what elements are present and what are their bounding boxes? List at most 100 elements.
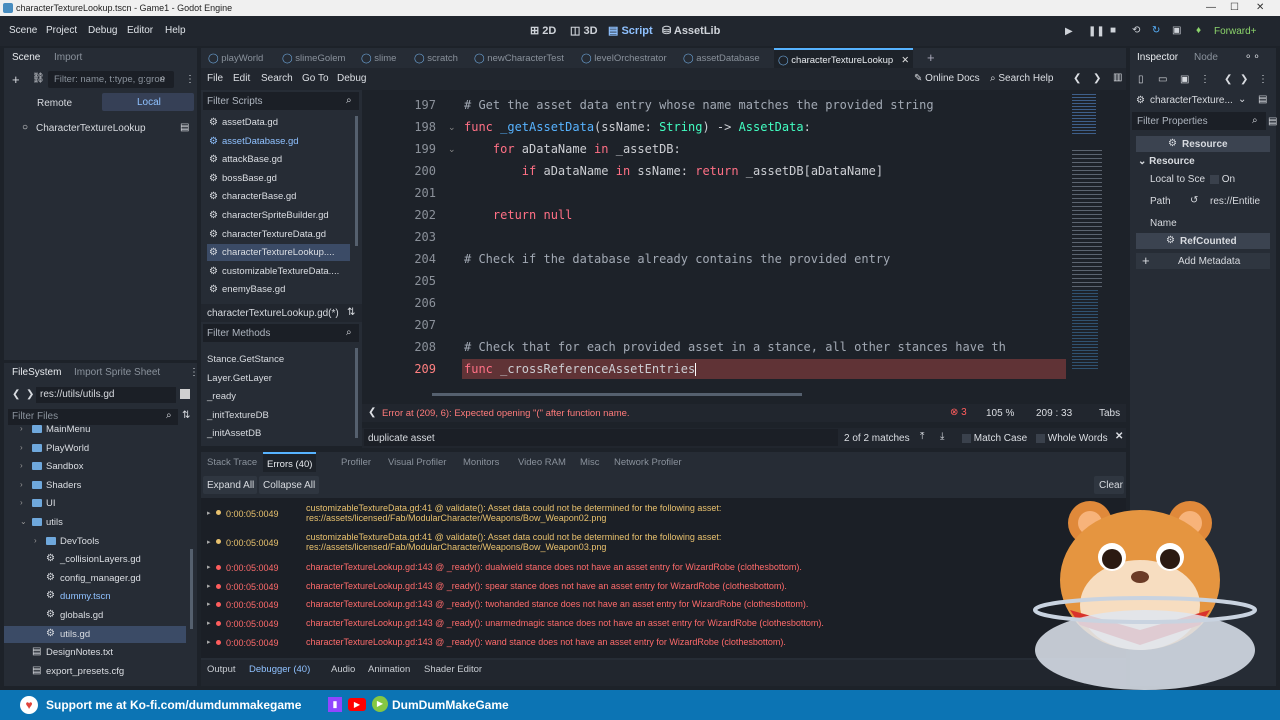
split-view-icon[interactable] xyxy=(180,389,190,399)
play-icon[interactable]: ▶ xyxy=(1065,26,1073,37)
mode-script[interactable]: ▤ Script xyxy=(608,24,653,37)
local-tab[interactable]: Local xyxy=(102,93,194,111)
expand-arrow-icon[interactable]: ▸ xyxy=(207,600,211,608)
forward-icon[interactable]: ❯ xyxy=(26,389,34,400)
inspector-settings-icon[interactable]: ▤ xyxy=(1268,116,1277,127)
file-tree-item[interactable]: ▤ export_presets.cfg xyxy=(4,663,186,680)
script-list-item[interactable]: ⚙ characterBase.gd xyxy=(207,188,350,205)
chevron-right-icon[interactable]: › xyxy=(20,498,23,507)
error-entry[interactable]: ▸ 0:00:05:0049 characterTextureLookup.gd:1… xyxy=(207,581,1122,597)
indent-mode[interactable]: Tabs xyxy=(1099,408,1120,419)
remote-tab[interactable]: Remote xyxy=(37,98,72,109)
filesystem-scrollbar[interactable] xyxy=(190,549,193,629)
resource-menu-icon[interactable]: ⋮ xyxy=(1200,74,1210,85)
expand-arrow-icon[interactable]: ▸ xyxy=(207,638,211,646)
file-tree-item[interactable]: › Shaders xyxy=(4,477,186,494)
next-match-icon[interactable]: ⤓ xyxy=(940,431,944,442)
file-tree-item[interactable]: › Sandbox xyxy=(4,458,186,475)
file-tree-item[interactable]: › DevTools xyxy=(4,533,186,550)
tab-inspector[interactable]: Inspector xyxy=(1137,52,1178,63)
debugger-tab[interactable]: Profiler xyxy=(337,452,375,472)
tab-import[interactable]: Import xyxy=(54,52,82,63)
sort-icon[interactable]: ⇅ xyxy=(182,410,190,421)
chevron-right-icon[interactable]: › xyxy=(34,536,37,545)
file-tree-item[interactable]: ⚙ globals.gd xyxy=(4,607,186,624)
close-find-icon[interactable]: ✕ xyxy=(1115,431,1123,442)
file-tree-item[interactable]: ▤ DesignNotes.txt xyxy=(4,644,186,661)
error-entry[interactable]: ▸ 0:00:05:0049 characterTextureLookup.gd:1… xyxy=(207,637,1122,653)
filter-files-input[interactable]: Filter Files ⌕ xyxy=(8,409,178,425)
chevron-right-icon[interactable]: ⌄ xyxy=(20,517,27,526)
link-icon[interactable]: ⛓ xyxy=(32,73,45,84)
close-window-button[interactable]: ✕ xyxy=(1256,2,1264,13)
whole-words-checkbox[interactable]: Whole Words xyxy=(1036,433,1108,444)
method-item[interactable]: Layer.GetLayer xyxy=(207,373,272,384)
script-menu-debug[interactable]: Debug xyxy=(337,73,366,84)
history-back-icon[interactable]: ❮ xyxy=(1224,74,1232,85)
script-list-scrollbar[interactable] xyxy=(355,116,358,246)
minimize-button[interactable]: — xyxy=(1206,2,1216,13)
save-resource-icon[interactable]: ▣ xyxy=(1180,74,1189,85)
chevron-right-icon[interactable]: › xyxy=(20,443,23,452)
menu-scene[interactable]: Scene xyxy=(9,25,37,36)
script-menu-goto[interactable]: Go To xyxy=(302,73,329,84)
method-item[interactable]: _initTextureDB xyxy=(207,410,269,421)
horizontal-scrollbar[interactable] xyxy=(432,393,802,396)
chevron-right-icon[interactable]: › xyxy=(20,461,23,470)
add-metadata-button[interactable]: + Add Metadata xyxy=(1136,253,1270,269)
script-list-item[interactable]: ⚙ attackBase.gd xyxy=(207,151,350,168)
history-forward-icon[interactable]: ❯ xyxy=(1240,74,1248,85)
mode-2d[interactable]: ⊞ 2D xyxy=(530,24,556,37)
object-menu-icon[interactable]: ▤ xyxy=(1258,94,1267,105)
script-list-item[interactable]: ⚙ characterTextureLookup.... xyxy=(207,244,350,262)
tab-output[interactable]: Output xyxy=(207,664,236,675)
file-tree-item[interactable]: ⌄ utils xyxy=(4,514,186,531)
chevron-right-icon[interactable]: › xyxy=(20,425,23,433)
clear-button[interactable]: Clear xyxy=(1094,476,1124,494)
debugger-tab[interactable]: Visual Profiler xyxy=(384,452,450,472)
fold-arrow-icon[interactable]: ⌄ xyxy=(448,144,456,155)
scene-root-node[interactable]: CharacterTextureLookup xyxy=(36,123,146,134)
filter-scripts-input[interactable]: Filter Scripts ⌕ xyxy=(203,92,359,110)
script-list-item[interactable]: ⚙ assetData.gd xyxy=(207,114,350,131)
channel-name[interactable]: DumDumMakeGame xyxy=(392,698,509,712)
toggle-panel-icon[interactable]: ▥ xyxy=(1113,72,1122,83)
history-icon[interactable]: ⋮ xyxy=(1258,74,1268,85)
search-help-button[interactable]: ⌕ Search Help xyxy=(990,73,1053,84)
code-editor[interactable]: 197 # Get the asset data entry whose name… xyxy=(362,90,1126,402)
script-list-item[interactable]: ⚙ assetDatabase.gd xyxy=(207,133,350,150)
sort-icon[interactable]: ⇅ xyxy=(347,307,355,318)
inspected-object[interactable]: characterTexture... xyxy=(1150,95,1233,106)
script-tab[interactable]: ◯ playWorld xyxy=(204,48,267,68)
file-tree-item[interactable]: ⚙ _collisionLayers.gd xyxy=(4,551,186,568)
script-menu-search[interactable]: Search xyxy=(261,73,293,84)
renderer-select[interactable]: Forward+ xyxy=(1214,26,1257,37)
error-entry[interactable]: ▸ 0:00:05:0049 characterTextureLookup.gd:1… xyxy=(207,618,1122,634)
method-item[interactable]: Stance.GetStance xyxy=(207,354,284,365)
new-resource-icon[interactable]: ▯ xyxy=(1138,74,1144,85)
menu-help[interactable]: Help xyxy=(165,25,186,36)
debugger-tab[interactable]: Misc xyxy=(576,452,604,472)
collapse-icon[interactable]: ❮ xyxy=(368,407,376,418)
error-entry[interactable]: ▸ 0:00:05:0049 customizableTextureData.gd:… xyxy=(207,503,1122,529)
revert-icon[interactable]: ↺ xyxy=(1190,195,1198,206)
chevron-right-icon[interactable]: › xyxy=(20,480,23,489)
pause-icon[interactable]: ❚❚ xyxy=(1088,26,1105,37)
menu-project[interactable]: Project xyxy=(46,25,77,36)
filter-properties-input[interactable]: Filter Properties ⌕ xyxy=(1132,112,1266,130)
mode-assetlib[interactable]: ⛁ AssetLib xyxy=(662,24,720,37)
error-entry[interactable]: ▸ 0:00:05:0049 characterTextureLookup.gd:1… xyxy=(207,599,1122,615)
script-tab[interactable]: ◯ slimeGolem xyxy=(278,48,349,68)
prev-match-icon[interactable]: ⤒ xyxy=(920,431,924,442)
file-tree-item[interactable]: › MainMenu xyxy=(4,425,186,438)
menu-editor[interactable]: Editor xyxy=(127,25,153,36)
script-menu-edit[interactable]: Edit xyxy=(233,73,250,84)
resource-section[interactable]: ⌄ Resource xyxy=(1138,156,1195,167)
add-node-icon[interactable]: + xyxy=(12,72,20,87)
zoom-level[interactable]: 105 % xyxy=(986,408,1014,419)
file-tree-item[interactable]: ⚙ utils.gd xyxy=(4,625,186,643)
fold-arrow-icon[interactable]: ⌄ xyxy=(448,122,456,133)
debugger-tab[interactable]: Video RAM xyxy=(514,452,570,472)
method-list-scrollbar[interactable] xyxy=(355,348,358,438)
kofi-link[interactable]: Support me at Ko-fi.com/dumdummakegame xyxy=(46,698,301,712)
